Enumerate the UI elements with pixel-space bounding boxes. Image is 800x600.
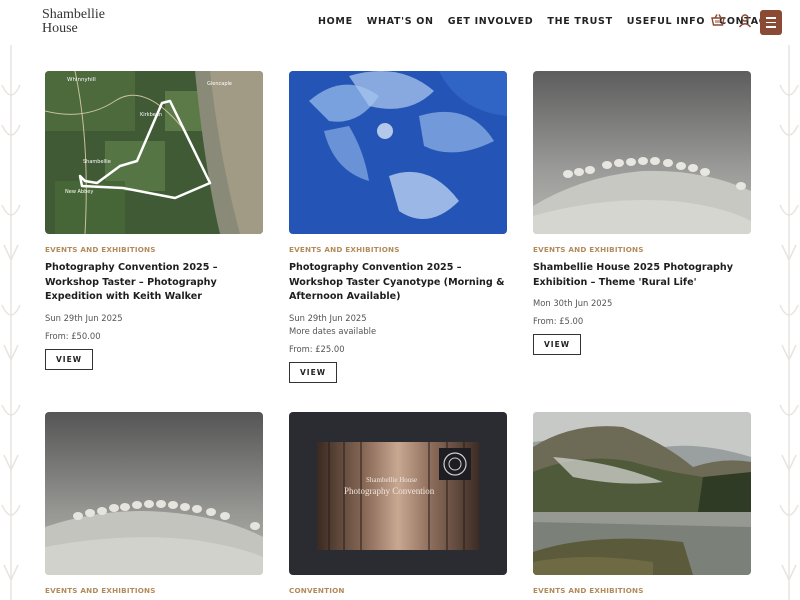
user-icon[interactable]	[737, 13, 753, 29]
event-date: Mon 30th Jun 2025	[533, 298, 613, 308]
nav-the-trust[interactable]: THE TRUST	[547, 16, 612, 27]
decorative-side-pattern-right	[779, 45, 799, 600]
event-card: EVENTS AND EXHIBITIONS Photography Conve…	[289, 71, 507, 383]
logo-line-2: House	[42, 21, 78, 36]
map-label: Glencaple	[207, 81, 232, 87]
event-image-map[interactable]: Whinnyhill Kirkbean Glencaple Shambellie…	[45, 71, 263, 234]
event-card: Whinnyhill Kirkbean Glencaple Shambellie…	[45, 71, 263, 370]
event-card: EVENTS AND EXHIBITIONS	[45, 412, 263, 595]
event-price: From: £5.00	[533, 316, 584, 326]
event-category: EVENTS AND EXHIBITIONS	[533, 586, 644, 595]
poster-title-line-1: Shambellie House	[366, 476, 417, 484]
view-button[interactable]: VIEW	[45, 348, 93, 370]
event-category: EVENTS AND EXHIBITIONS	[45, 245, 156, 254]
more-dates-note: More dates available	[289, 325, 377, 336]
nav-get-involved[interactable]: GET INVOLVED	[448, 16, 534, 27]
hamburger-menu-button[interactable]	[760, 10, 782, 35]
event-image-sheep[interactable]	[45, 412, 263, 575]
event-category: EVENTS AND EXHIBITIONS	[45, 586, 156, 595]
event-image-cyanotype[interactable]	[289, 71, 507, 234]
event-category: EVENTS AND EXHIBITIONS	[289, 245, 400, 254]
event-date: Sun 29th Jun 2025	[289, 312, 367, 323]
view-button[interactable]: VIEW	[533, 334, 581, 355]
event-category: EVENTS AND EXHIBITIONS	[533, 245, 644, 254]
logo-line-1: Shambellie	[42, 7, 105, 22]
event-image-lake[interactable]	[533, 412, 751, 575]
event-category: CONVENTION	[289, 586, 345, 595]
map-label: Kirkbean	[140, 112, 162, 118]
map-label: Whinnyhill	[67, 77, 96, 83]
map-label: Shambellie	[83, 159, 111, 165]
event-card: Shambellie House Photography Convention …	[289, 412, 507, 595]
event-title[interactable]: Shambellie House 2025 Photography Exhibi…	[533, 261, 751, 290]
event-title[interactable]: Photography Convention 2025 – Workshop T…	[45, 261, 263, 305]
event-price: From: £25.00	[289, 343, 345, 354]
nav-home[interactable]: HOME	[318, 16, 353, 27]
map-label: New Abbey	[65, 189, 93, 195]
event-date: Sun 29th Jun 2025	[45, 312, 123, 323]
nav-useful-info[interactable]: USEFUL INFO	[627, 16, 705, 27]
event-price: From: £50.00	[45, 330, 101, 341]
event-title[interactable]: Photography Convention 2025 – Workshop T…	[289, 261, 507, 305]
poster-title-line-2: Photography Convention	[344, 486, 435, 496]
event-card: EVENTS AND EXHIBITIONS	[533, 412, 751, 595]
event-card: EVENTS AND EXHIBITIONS Shambellie House …	[533, 71, 751, 355]
view-button[interactable]: VIEW	[289, 361, 337, 383]
basket-icon[interactable]	[710, 13, 726, 29]
site-logo[interactable]: Shambellie House	[42, 8, 105, 36]
hamburger-menu-icon	[766, 17, 776, 19]
nav-whats-on[interactable]: WHAT'S ON	[367, 16, 434, 27]
decorative-side-pattern-left	[1, 45, 21, 600]
event-image-sheep[interactable]	[533, 71, 751, 234]
site-header: Shambellie House HOME WHAT'S ON GET INVO…	[0, 0, 800, 45]
event-image-convention-poster[interactable]: Shambellie House Photography Convention	[289, 412, 507, 575]
